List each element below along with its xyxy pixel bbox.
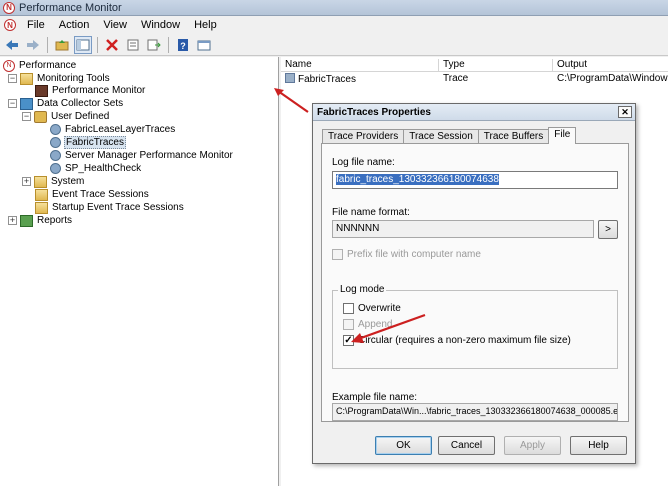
tree-item-performance-monitor[interactable]: Performance Monitor xyxy=(35,84,146,97)
close-icon[interactable]: ✕ xyxy=(618,106,632,118)
dialog-title-bar: FabricTraces Properties ✕ xyxy=(313,104,635,121)
collector-set-icon xyxy=(50,124,61,135)
annotation-arrow-icon xyxy=(274,88,309,113)
delete-icon[interactable] xyxy=(103,36,121,54)
column-header-type[interactable]: Type xyxy=(439,59,553,72)
tree-item-server-manager[interactable]: Server Manager Performance Monitor xyxy=(50,149,234,162)
toolbar-separator xyxy=(97,36,98,53)
up-folder-icon[interactable] xyxy=(53,36,71,54)
help-button[interactable]: Help xyxy=(570,436,627,455)
collector-set-icon xyxy=(50,150,61,161)
column-header-output[interactable]: Output xyxy=(553,59,668,72)
log-file-name-input[interactable]: fabric_traces_130332366180074638 xyxy=(332,171,618,189)
file-name-format-input[interactable]: NNNNNN xyxy=(332,220,594,238)
tree-item-fabric-traces[interactable]: FabricTraces xyxy=(50,136,126,149)
trace-set-icon xyxy=(285,72,295,83)
toolbar-separator xyxy=(168,36,169,53)
log-mode-label: Log mode xyxy=(338,284,387,295)
tab-trace-buffers[interactable]: Trace Buffers xyxy=(477,129,550,144)
collector-set-icon xyxy=(50,137,61,148)
cell-name: FabricTraces xyxy=(281,72,439,85)
back-icon[interactable] xyxy=(3,36,21,54)
tree-item-sp-healthcheck[interactable]: SP_HealthCheck xyxy=(50,162,142,175)
ok-button[interactable]: OK xyxy=(375,436,432,455)
expand-toggle-icon[interactable]: + xyxy=(8,216,17,225)
menu-file[interactable]: File xyxy=(20,19,52,31)
cell-output: C:\ProgramData\Windows Fa xyxy=(557,73,668,84)
export-list-icon[interactable] xyxy=(145,36,163,54)
properties-dialog: FabricTraces Properties ✕ Trace Provider… xyxy=(312,103,636,464)
tree-item-system[interactable]: + System xyxy=(22,175,85,188)
menu-action[interactable]: Action xyxy=(52,19,97,31)
menu-help[interactable]: Help xyxy=(187,19,224,31)
tree-item-data-collector-sets[interactable]: − Data Collector Sets xyxy=(8,97,124,110)
cell-type: Trace xyxy=(443,73,469,84)
svg-text:?: ? xyxy=(180,41,186,51)
format-picker-button[interactable]: > xyxy=(598,220,618,239)
folder-icon xyxy=(34,175,47,188)
title-bar: N Performance Monitor xyxy=(0,0,668,16)
tree-item-reports[interactable]: + Reports xyxy=(8,214,73,227)
file-tab-panel: Log file name: fabric_traces_13033236618… xyxy=(321,143,629,422)
column-header-name[interactable]: Name xyxy=(281,59,439,72)
tree-item-event-trace-sessions[interactable]: Event Trace Sessions xyxy=(35,188,150,201)
performance-monitor-icon: N xyxy=(3,1,15,14)
show-hide-tree-icon[interactable] xyxy=(74,35,92,54)
tab-file[interactable]: File xyxy=(548,127,577,144)
console-tree[interactable]: N Performance − Monitoring Tools Perform… xyxy=(0,57,279,486)
prefix-computer-name-checkbox[interactable] xyxy=(332,249,343,260)
reports-icon xyxy=(20,214,33,227)
dialog-title: FabricTraces Properties xyxy=(317,106,431,118)
collapse-toggle-icon[interactable]: − xyxy=(8,99,17,108)
example-file-name-label: Example file name: xyxy=(332,392,418,403)
cancel-button[interactable]: Cancel xyxy=(438,436,495,455)
new-window-icon[interactable] xyxy=(195,36,213,54)
tab-strip: Trace Providers Trace Session Trace Buff… xyxy=(322,127,577,144)
apply-button[interactable]: Apply xyxy=(504,436,561,455)
forward-icon[interactable] xyxy=(24,36,42,54)
tree-item-performance[interactable]: N Performance xyxy=(3,59,77,72)
collapse-toggle-icon[interactable]: − xyxy=(8,74,17,83)
properties-icon[interactable] xyxy=(124,36,142,54)
prefix-computer-name-label: Prefix file with computer name xyxy=(347,249,481,260)
tab-trace-session[interactable]: Trace Session xyxy=(403,129,479,144)
monitor-chart-icon xyxy=(35,84,48,97)
window-title: Performance Monitor xyxy=(19,1,122,14)
folder-icon xyxy=(20,72,33,85)
performance-icon: N xyxy=(3,59,15,72)
log-file-name-label: Log file name: xyxy=(332,157,395,168)
tab-trace-providers[interactable]: Trace Providers xyxy=(322,129,405,144)
help-icon[interactable]: ? xyxy=(174,36,192,54)
system-menu-icon[interactable]: N xyxy=(4,19,16,31)
menu-view[interactable]: View xyxy=(96,19,134,31)
menu-window[interactable]: Window xyxy=(134,19,187,31)
collapse-toggle-icon[interactable]: − xyxy=(22,112,31,121)
user-folder-icon xyxy=(34,110,47,123)
data-collector-icon xyxy=(20,97,33,110)
file-name-format-label: File name format: xyxy=(332,207,410,218)
tree-item-fabric-lease-layer-traces[interactable]: FabricLeaseLayerTraces xyxy=(50,123,176,136)
toolbar: ? xyxy=(0,34,668,56)
expand-toggle-icon[interactable]: + xyxy=(22,177,31,186)
folder-icon xyxy=(35,188,48,201)
list-header: Name Type Output xyxy=(281,59,668,72)
example-file-name-value: C:\ProgramData\Win...\fabric_traces_1303… xyxy=(332,403,618,421)
list-row[interactable]: FabricTraces Trace C:\ProgramData\Window… xyxy=(281,72,668,85)
tree-item-user-defined[interactable]: − User Defined xyxy=(22,110,110,123)
annotation-arrow-icon xyxy=(351,313,426,343)
menu-bar: N File Action View Window Help xyxy=(0,16,668,34)
folder-icon xyxy=(35,201,48,214)
tree-item-startup-event-trace-sessions[interactable]: Startup Event Trace Sessions xyxy=(35,201,185,214)
toolbar-separator xyxy=(47,36,48,53)
collector-set-icon xyxy=(50,163,61,174)
